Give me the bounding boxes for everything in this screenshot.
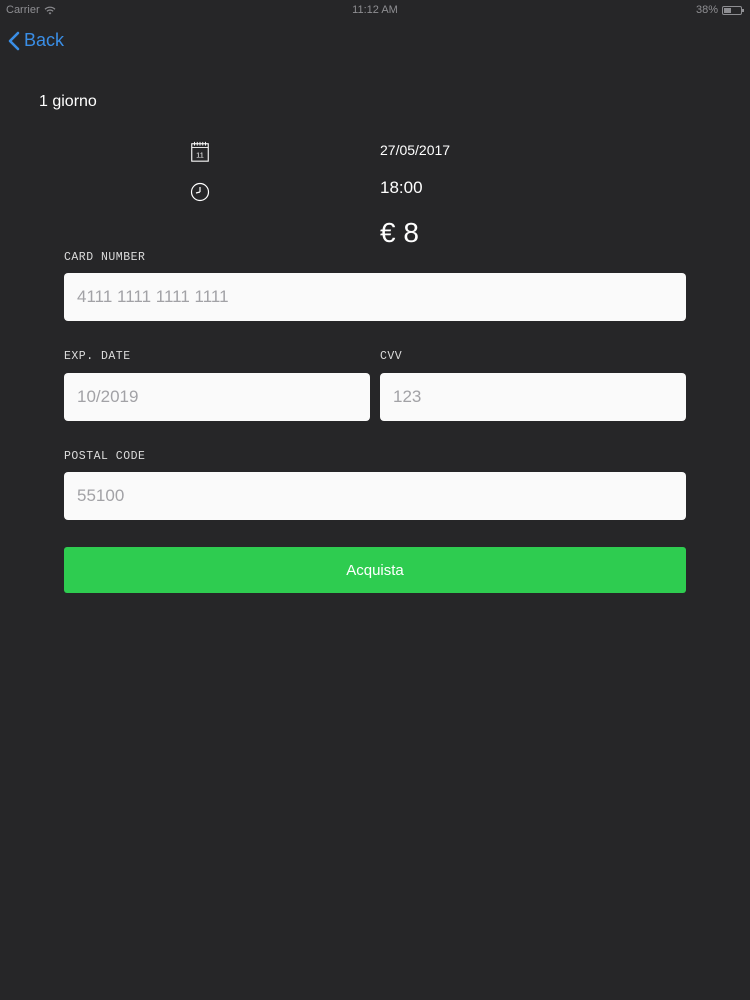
ticket-title: 1 giorno — [39, 93, 97, 110]
battery-indicator: 38% — [695, 4, 744, 16]
calendar-icon: 11 — [191, 141, 209, 162]
ticket-price: € 8 — [380, 217, 419, 248]
card-number-field[interactable] — [64, 273, 686, 321]
chevron-left-icon — [8, 31, 20, 50]
buy-button[interactable]: Acquista — [64, 547, 686, 593]
clock-icon — [190, 182, 210, 202]
status-bar: Carrier 11:12 AM 38% — [0, 0, 750, 22]
calendar-day-text: 11 — [196, 151, 204, 160]
exp-date-label: EXP. DATE — [64, 350, 131, 363]
back-button[interactable]: Back — [8, 30, 64, 51]
exp-date-field[interactable] — [64, 373, 370, 421]
ticket-date: 27/05/2017 — [380, 142, 451, 158]
postal-code-field[interactable] — [64, 472, 686, 520]
cvv-field[interactable] — [380, 373, 686, 421]
battery-percent: 38% — [695, 4, 718, 16]
cvv-label: CVV — [380, 350, 403, 363]
back-label: Back — [24, 30, 65, 50]
card-number-label: CARD NUMBER — [64, 251, 146, 264]
postal-code-label: POSTAL CODE — [64, 450, 146, 463]
ticket-time: 18:00 — [380, 178, 423, 197]
status-time: 11:12 AM — [352, 4, 398, 16]
battery-icon — [722, 5, 744, 15]
